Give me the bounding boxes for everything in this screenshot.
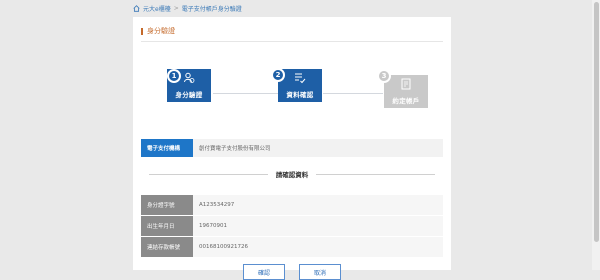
divider [149,173,268,175]
row-label: 連結存款帳號 [141,237,193,257]
confirm-button[interactable]: 確認 [243,264,285,280]
row-label: 身分證字號 [141,195,193,215]
step-1-number: 1 [167,69,181,83]
divider [316,173,435,175]
step-connector [323,93,383,94]
scrollbar[interactable] [592,0,600,270]
info-table: 身分證字號 A123534297 出生年月日 19670901 連結存款帳號 0… [141,195,443,258]
confirm-title: 請確認資料 [275,171,309,179]
merchant-row: 電子支付機構 創付寶電子支付股份有限公司 [141,139,443,157]
step-3-box: 約定帳戶 [384,75,428,108]
section-title: 身分驗證 [141,28,175,35]
document-icon [400,78,412,92]
step-2-number: 2 [271,68,285,82]
divider [141,41,443,42]
step-1-label: 身分驗證 [175,91,203,99]
breadcrumb-current[interactable]: 電子支付帳戶身分驗證 [182,4,242,13]
breadcrumb: 元大e櫃檯 > 電子支付帳戶身分驗證 [133,3,242,13]
row-value: A123534297 [199,202,235,208]
confirm-header: 請確認資料 [141,167,443,181]
table-row: 身分證字號 A123534297 [141,195,443,215]
breadcrumb-home[interactable]: 元大e櫃檯 [143,4,171,13]
merchant-value: 創付寶電子支付股份有限公司 [199,146,271,152]
row-value: 00168100921726 [199,244,248,250]
button-group: 確認 取消 [133,264,451,280]
list-check-icon [294,72,306,86]
home-icon[interactable] [133,4,140,12]
scrollbar-thumb[interactable] [594,2,599,242]
step-2-label: 資料確認 [286,91,314,99]
step-3-label: 約定帳戶 [392,97,420,105]
table-row: 出生年月日 19670901 [141,216,443,236]
row-value: 19670901 [199,223,227,229]
progress-steps: 身分驗證 1 資料確認 2 約定帳戶 3 [133,48,451,128]
breadcrumb-separator-icon: > [173,4,179,12]
table-row: 連結存款帳號 00168100921726 [141,237,443,257]
user-check-icon [183,72,195,86]
row-label: 出生年月日 [141,216,193,236]
merchant-label: 電子支付機構 [141,139,193,157]
step-connector [213,93,281,94]
cancel-button[interactable]: 取消 [299,264,341,280]
main-panel: 身分驗證 身分驗證 1 資料確認 2 約定帳戶 3 電子支付機構 創付寶電子支付… [133,17,451,280]
step-3-number: 3 [377,69,391,83]
